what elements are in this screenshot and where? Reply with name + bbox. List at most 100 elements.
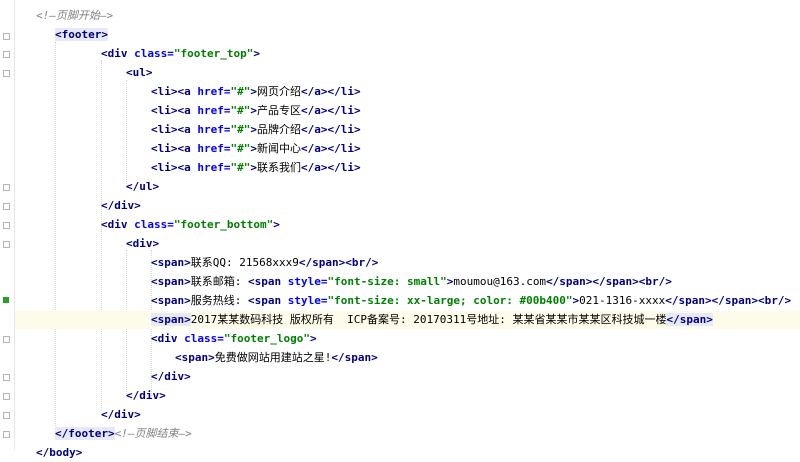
code-token: </a></li> [300,161,361,174]
fold-toggle-icon[interactable] [3,241,10,248]
fold-toggle-icon[interactable] [3,222,10,229]
code-token: > [250,104,257,117]
code-line[interactable]: <ul> [15,64,800,82]
fold-toggle-icon[interactable] [3,51,10,58]
code-line[interactable]: </ul> [15,178,800,196]
code-line[interactable]: </body> [15,444,800,462]
code-token: 网页介绍 [256,85,301,98]
code-token: "font-size: xx-large; color: #00b400" [327,294,573,307]
code-token: <ul> [126,66,153,79]
code-line[interactable]: <footer> [15,26,800,44]
code-token: <div> [126,237,160,250]
code-line[interactable]: <li><a href="#">联系我们</a></li> [15,159,800,177]
code-token: <div [101,47,135,60]
code-token: </a></li> [300,142,361,155]
code-token: 联系QQ: 21568xxx9 [190,256,299,269]
code-token: "#" [230,161,251,174]
change-marker-icon [3,297,9,303]
code-token: <span> [151,256,191,269]
code-token: </span></span><br/> [665,294,792,307]
code-token: > [250,142,257,155]
code-line[interactable]: </footer><!—页脚结束—> [15,425,800,443]
code-token: <span> [151,275,191,288]
code-line[interactable]: </div> [15,406,800,424]
code-token: <div [151,332,185,345]
code-token: <li><a [151,123,198,136]
fold-toggle-icon[interactable] [3,374,10,381]
code-token: > [250,85,257,98]
code-line[interactable]: <span>联系邮箱: <span style="font-size: smal… [15,273,800,291]
code-token: <!—页脚开始—> [36,9,114,22]
code-token: </div> [101,408,141,421]
code-token: href= [197,104,231,117]
fold-toggle-icon[interactable] [3,336,10,343]
code-token: "#" [230,104,251,117]
code-token: "font-size: small" [327,275,447,288]
editor-gutter[interactable] [0,0,14,450]
code-line[interactable]: <li><a href="#">新闻中心</a></li> [15,140,800,158]
code-token: </span><br/> [298,256,379,269]
fold-toggle-icon[interactable] [3,33,10,40]
code-token: "footer_logo" [223,332,310,345]
code-token: <li><a [151,85,198,98]
code-token: </a></li> [300,123,361,136]
code-token: > [309,332,317,345]
code-token: <span> [175,351,215,364]
code-area[interactable]: <!—页脚开始—> <footer> <div class="footer_to… [14,0,800,459]
code-token: <span [248,294,288,307]
code-token: </footer> [55,427,115,440]
fold-toggle-icon[interactable] [3,431,10,438]
code-line[interactable]: </div> [15,368,800,386]
code-editor[interactable]: <!—页脚开始—> <footer> <div class="footer_to… [0,0,800,459]
code-token: </a></li> [300,85,361,98]
code-token: class= [184,332,224,345]
code-line[interactable]: <span>服务热线: <span style="font-size: xx-l… [15,292,800,310]
code-token: href= [197,85,231,98]
code-token: <li><a [151,161,198,174]
code-line[interactable]: <li><a href="#">网页介绍</a></li> [15,83,800,101]
fold-toggle-icon[interactable] [3,184,10,191]
fold-toggle-icon[interactable] [3,393,10,400]
code-token: 服务热线: [190,294,248,307]
code-line[interactable]: </div> [15,197,800,215]
code-token: href= [197,161,231,174]
code-line[interactable]: <li><a href="#">产品专区</a></li> [15,102,800,120]
code-token: 2017某某数码科技 版权所有 ICP备案号: 20170311号地址: 某某省… [190,313,667,326]
code-token: </div> [126,389,166,402]
code-line[interactable]: <div class="footer_top"> [15,45,800,63]
code-line-current[interactable]: <span>2017某某数码科技 版权所有 ICP备案号: 20170311号地… [15,311,800,329]
code-token: <div [101,218,135,231]
code-token: class= [134,47,174,60]
code-token: style= [287,275,328,288]
code-token: </div> [101,199,141,212]
code-line[interactable]: </div> [15,387,800,405]
code-token: 021-1316-xxxx [579,294,666,307]
code-token: <span [248,275,288,288]
code-token: <span> [151,294,191,307]
code-token: <footer> [55,28,108,41]
code-token: href= [197,123,231,136]
code-token: 产品专区 [256,104,301,117]
code-token: "footer_top" [173,47,254,60]
code-token: "#" [230,85,251,98]
code-line[interactable]: <li><a href="#">品牌介绍</a></li> [15,121,800,139]
code-line[interactable]: <div> [15,235,800,253]
code-line[interactable]: <div class="footer_logo"> [15,330,800,348]
code-line[interactable]: <!—页脚开始—> [15,7,800,25]
fold-toggle-icon[interactable] [3,412,10,419]
code-token: 新闻中心 [256,142,301,155]
code-token: "#" [230,142,251,155]
code-token: </a></li> [300,104,361,117]
code-token: 免费做网站用建站之星! [214,351,332,364]
code-line[interactable]: <div class="footer_bottom"> [15,216,800,234]
code-line[interactable]: <span>免费做网站用建站之星!</span> [15,349,800,367]
fold-toggle-icon[interactable] [3,70,10,77]
code-token: </body> [36,446,83,459]
code-token: > [250,161,257,174]
code-line[interactable]: <span>联系QQ: 21568xxx9</span><br/> [15,254,800,272]
code-token: > [273,218,280,231]
code-token: "#" [230,123,251,136]
code-token: </ul> [126,180,160,193]
code-token: href= [197,142,231,155]
fold-toggle-icon[interactable] [3,203,10,210]
